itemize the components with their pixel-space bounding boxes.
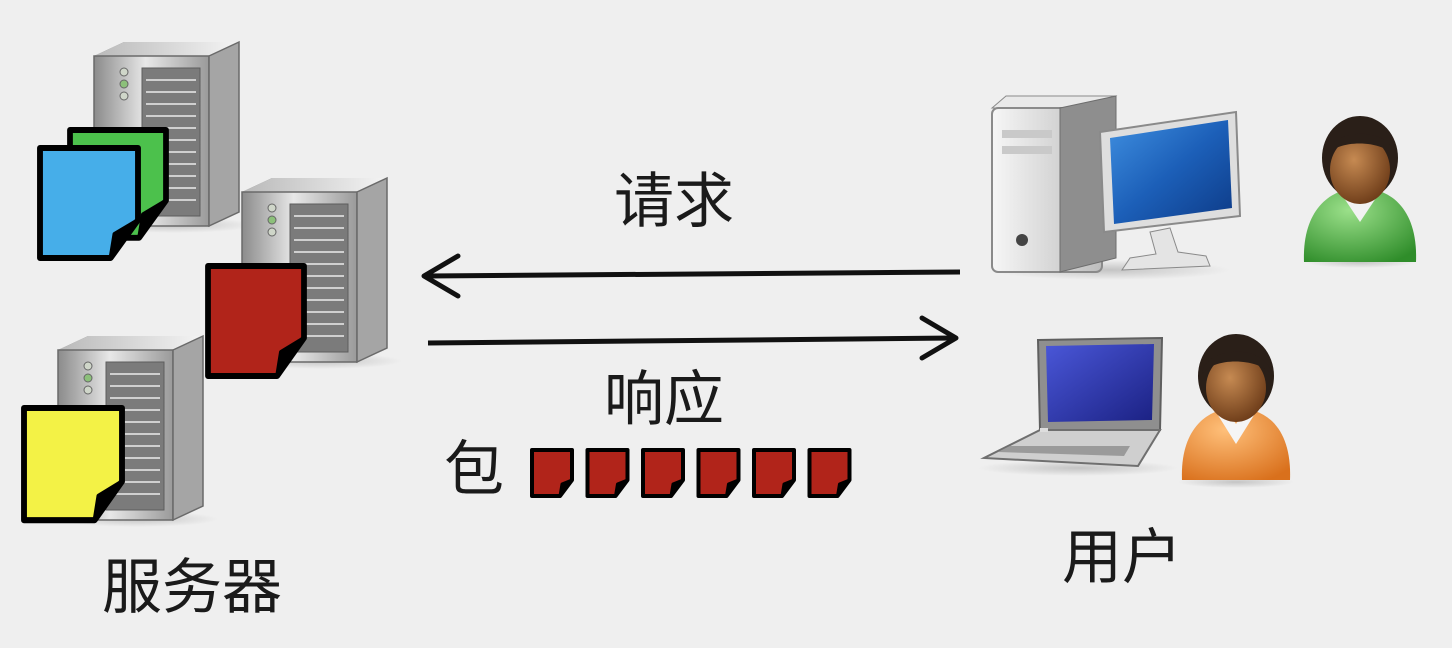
user-avatar-icon xyxy=(1178,334,1294,488)
user-avatar-icon xyxy=(1303,116,1417,268)
packet-icon xyxy=(530,448,574,498)
desktop-computer-icon xyxy=(990,95,1242,280)
document-icon xyxy=(40,148,138,258)
packet-icon xyxy=(585,448,630,498)
packet-row xyxy=(530,448,852,498)
response-arrow xyxy=(427,315,959,361)
packet-icon xyxy=(641,448,685,498)
server-group xyxy=(24,41,403,528)
client-server-diagram xyxy=(0,41,1417,528)
response-label: 响应 xyxy=(604,365,724,435)
request-label: 请求 xyxy=(614,167,734,237)
packets-label: 包 xyxy=(444,435,504,505)
document-icon xyxy=(208,266,304,376)
users-label: 用户 xyxy=(1062,523,1182,593)
packet-icon xyxy=(807,448,852,498)
servers-label: 服务器 xyxy=(102,553,282,623)
request-arrow xyxy=(421,253,961,299)
packet-icon xyxy=(696,448,741,498)
packet-icon xyxy=(752,448,796,498)
document-icon xyxy=(24,408,122,520)
laptop-icon xyxy=(978,336,1178,476)
